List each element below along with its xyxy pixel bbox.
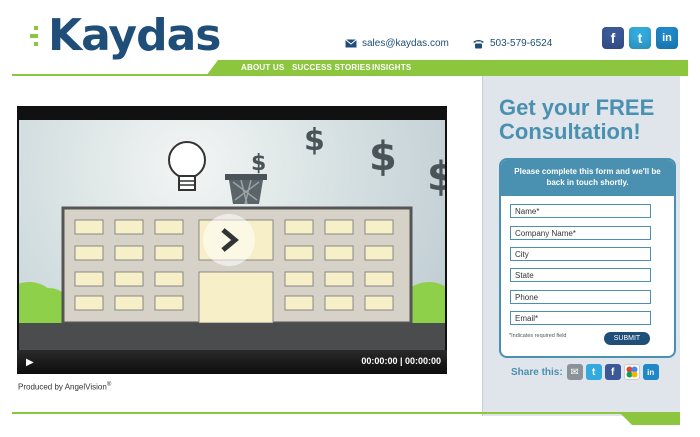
phone-text: 503-579-6524 [490,38,553,49]
facebook-icon[interactable]: f [602,27,624,49]
main-nav: ABOUT US SUCCESS STORIES INSIGHTS [206,60,688,76]
email-share-icon[interactable]: ✉ [566,364,583,380]
required-note: *Indicates required field [509,333,567,339]
chevron-right-icon [221,228,239,252]
linkedin-share-icon[interactable]: in [642,364,659,380]
state-field[interactable]: State [510,268,651,282]
facebook-share-icon[interactable]: f [604,364,621,380]
play-icon[interactable]: ▶ [26,357,34,368]
footer-divider [12,412,680,414]
phone-icon [473,39,484,48]
twitter-icon[interactable]: t [629,27,651,49]
video-time: 00:00:00 | 00:00:00 [361,356,441,366]
city-field[interactable]: City [510,247,651,261]
svg-text:$: $ [251,151,266,176]
play-overlay-button[interactable] [203,214,255,266]
page: Kaydas sales@kaydas.com 503-579-6524 f t… [0,0,700,437]
footer-accent [620,413,680,425]
logo-mark-icon [30,24,46,48]
phone-field[interactable]: Phone [510,290,651,304]
video-player[interactable]: $ $ $ $ ▶ 00:00:00 | 00:00:00 [17,106,447,374]
produced-by-credit[interactable]: Produced by AngelVision® [18,382,111,392]
nav-success-stories[interactable]: SUCCESS STORIES [292,63,371,72]
video-controls: ▶ 00:00:00 | 00:00:00 [17,350,447,374]
nav-insights[interactable]: INSIGHTS [372,63,411,72]
svg-text:$: $ [369,134,397,180]
contact-form: Please complete this form and we'll be b… [499,158,676,358]
lightbulb-icon [168,141,206,191]
registered-mark: ® [106,382,112,388]
consultation-heading: Get your FREE Consultation! [499,95,655,145]
logo-wordmark: Kaydas [48,10,221,61]
email-contact[interactable]: sales@kaydas.com [345,38,449,49]
submit-button[interactable]: SUBMIT [604,332,650,345]
share-label: Share this: [511,366,563,378]
email-field[interactable]: Email* [510,311,651,325]
kaydas-logo[interactable]: Kaydas [30,14,221,58]
company-name-field[interactable]: Company Name* [510,226,651,240]
twitter-share-icon[interactable]: t [585,364,602,380]
nav-about-us[interactable]: ABOUT US [241,63,284,72]
name-field[interactable]: Name* [510,204,651,218]
google-share-icon[interactable] [623,364,640,380]
consultation-panel: Get your FREE Consultation! Please compl… [482,76,680,416]
envelope-icon [345,39,357,48]
email-text: sales@kaydas.com [362,38,449,49]
phone-contact[interactable]: 503-579-6524 [472,38,552,49]
linkedin-icon[interactable]: in [656,27,678,49]
trash-can-icon [225,174,267,205]
svg-text:$: $ [427,154,445,200]
svg-text:$: $ [304,123,325,158]
share-bar: Share this: ✉ t f in [511,364,662,380]
form-intro: Please complete this form and we'll be b… [501,160,674,196]
